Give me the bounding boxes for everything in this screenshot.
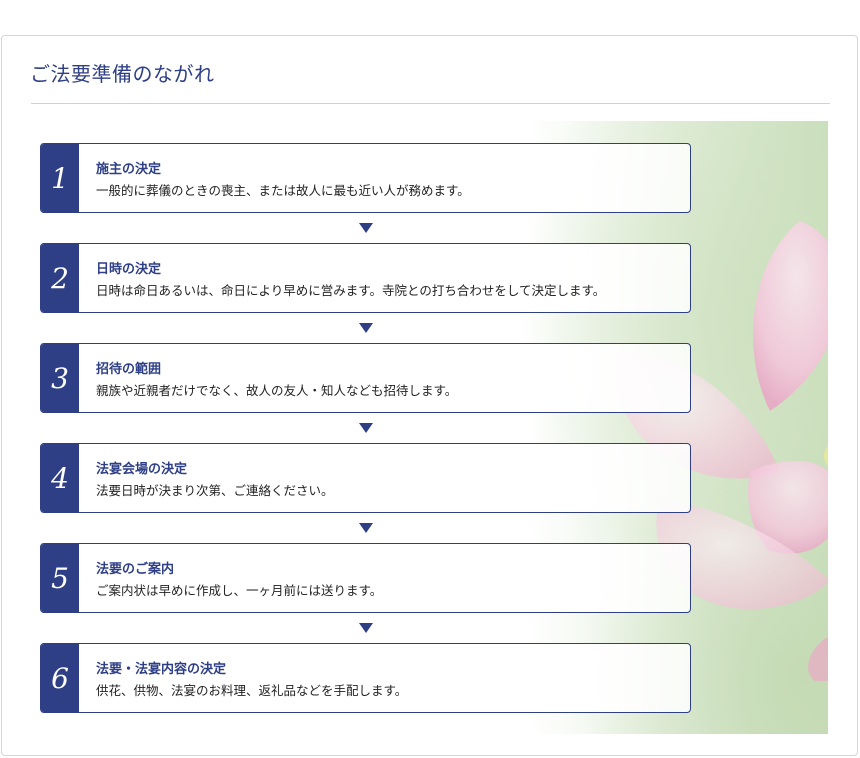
step-number: 4 <box>41 444 79 512</box>
triangle-down-icon <box>40 213 691 243</box>
step-card-1: 1 施主の決定 一般的に葬儀のときの喪主、または故人に最も近い人が務めます。 <box>40 143 691 213</box>
step-card-4: 4 法宴会場の決定 法要日時が決まり次第、ご連絡ください。 <box>40 443 691 513</box>
step-number: 1 <box>41 144 79 212</box>
step-card-3: 3 招待の範囲 親族や近親者だけでなく、故人の友人・知人なども招待します。 <box>40 343 691 413</box>
step-title: 招待の範囲 <box>96 362 162 377</box>
step-description: 日時は命日あるいは、命日により早めに営みます。寺院との打ち合わせをして決定します… <box>96 283 606 298</box>
page-title: ご法要準備のながれ <box>30 62 215 86</box>
step-card-2: 2 日時の決定 日時は命日あるいは、命日により早めに営みます。寺院との打ち合わせ… <box>40 243 691 313</box>
title-divider <box>31 103 830 104</box>
step-number: 6 <box>41 644 79 712</box>
step-number: 3 <box>41 344 79 412</box>
step-description: 親族や近親者だけでなく、故人の友人・知人なども招待します。 <box>96 383 458 398</box>
step-description: ご案内状は早めに作成し、一ヶ月前には送ります。 <box>96 583 383 598</box>
triangle-down-icon <box>40 513 691 543</box>
step-card-6: 6 法要・法宴内容の決定 供花、供物、法宴のお料理、返礼品などを手配します。 <box>40 643 691 713</box>
flow-steps: 1 施主の決定 一般的に葬儀のときの喪主、または故人に最も近い人が務めます。 2… <box>40 143 691 713</box>
step-description: 法要日時が決まり次第、ご連絡ください。 <box>96 483 334 498</box>
step-title: 法宴会場の決定 <box>96 462 188 477</box>
triangle-down-icon <box>40 613 691 643</box>
step-title: 日時の決定 <box>96 262 162 277</box>
triangle-down-icon <box>40 313 691 343</box>
step-description: 供花、供物、法宴のお料理、返礼品などを手配します。 <box>96 683 408 698</box>
triangle-down-icon <box>40 413 691 443</box>
step-description: 一般的に葬儀のときの喪主、または故人に最も近い人が務めます。 <box>96 183 470 198</box>
step-title: 施主の決定 <box>96 162 162 177</box>
step-number: 5 <box>41 544 79 612</box>
step-title: 法要のご案内 <box>96 562 175 577</box>
step-number: 2 <box>41 244 79 312</box>
step-card-5: 5 法要のご案内 ご案内状は早めに作成し、一ヶ月前には送ります。 <box>40 543 691 613</box>
step-title: 法要・法宴内容の決定 <box>96 662 227 677</box>
